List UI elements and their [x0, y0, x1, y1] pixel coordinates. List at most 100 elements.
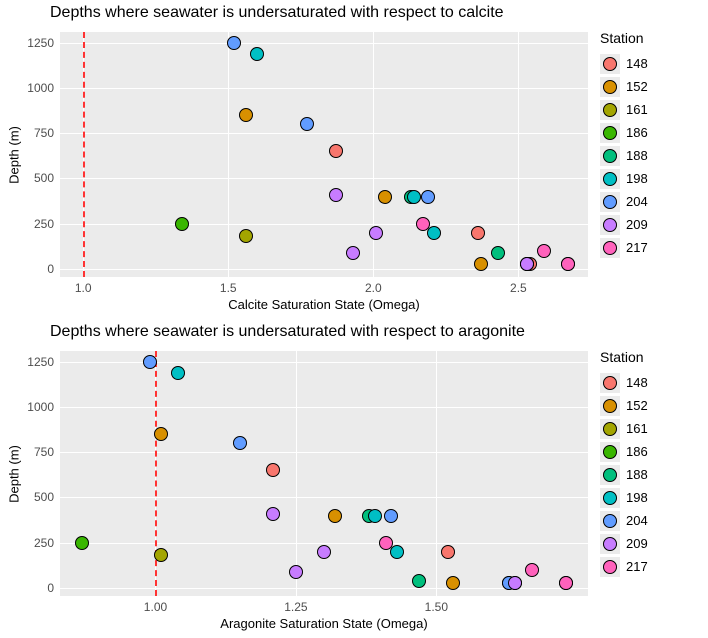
legend-item-148: 148 [600, 371, 700, 394]
grid-line-y [60, 452, 588, 453]
grid-line-x [436, 351, 437, 596]
legend-swatch [600, 146, 620, 166]
data-point-station-186 [175, 217, 189, 231]
y-tick-label: 250 [34, 536, 54, 550]
grid-line-y [60, 543, 588, 544]
legend-label: 188 [626, 148, 648, 163]
data-point-station-148 [441, 545, 455, 559]
data-point-station-209 [329, 188, 343, 202]
legend-label: 152 [626, 398, 648, 413]
legend-label: 209 [626, 536, 648, 551]
data-point-station-186 [75, 536, 89, 550]
data-point-station-161 [154, 548, 168, 562]
circle-icon [603, 560, 617, 574]
data-point-station-148 [266, 463, 280, 477]
circle-icon [603, 80, 617, 94]
legend-swatch [600, 511, 620, 531]
circle-icon [603, 218, 617, 232]
legend-swatch [600, 123, 620, 143]
data-point-station-188 [412, 574, 426, 588]
legend-label: 186 [626, 125, 648, 140]
data-point-station-217 [525, 563, 539, 577]
x-tick-label: 1.25 [284, 600, 307, 614]
legend-item-186: 186 [600, 121, 700, 144]
legend-swatch [600, 100, 620, 120]
circle-icon [603, 537, 617, 551]
y-axis-label: Depth (m) [7, 445, 22, 503]
legend-item-198: 198 [600, 167, 700, 190]
grid-line-y [60, 269, 588, 270]
plot-panel: 1.001.251.50025050075010001250 [60, 351, 588, 596]
legend-swatch [600, 396, 620, 416]
grid-line-y [60, 497, 588, 498]
chart-calcite: Depths where seawater is undersaturated … [0, 0, 708, 319]
legend-swatch [600, 54, 620, 74]
circle-icon [603, 491, 617, 505]
x-tick-label: 2.5 [510, 281, 527, 295]
data-point-station-198 [171, 366, 185, 380]
legend-item-188: 188 [600, 463, 700, 486]
legend-label: 198 [626, 490, 648, 505]
data-point-station-204 [384, 509, 398, 523]
data-point-station-217 [561, 257, 575, 271]
y-tick-label: 500 [34, 171, 54, 185]
circle-icon [603, 468, 617, 482]
data-point-station-217 [537, 244, 551, 258]
data-point-station-209 [346, 246, 360, 260]
grid-line-y [60, 407, 588, 408]
x-tick-label: 1.00 [144, 600, 167, 614]
circle-icon [603, 422, 617, 436]
legend-label: 209 [626, 217, 648, 232]
chart-aragonite: Depths where seawater is undersaturated … [0, 319, 708, 638]
legend: Station 148152161186188198204209217 [600, 349, 700, 578]
data-point-station-204 [227, 36, 241, 50]
data-point-station-209 [266, 507, 280, 521]
legend-label: 217 [626, 240, 648, 255]
legend-item-186: 186 [600, 440, 700, 463]
legend-swatch [600, 534, 620, 554]
circle-icon [603, 149, 617, 163]
legend-swatch [600, 488, 620, 508]
legend-swatch [600, 373, 620, 393]
chart-title: Depths where seawater is undersaturated … [50, 4, 504, 22]
circle-icon [603, 241, 617, 255]
legend-item-204: 204 [600, 509, 700, 532]
legend-label: 148 [626, 56, 648, 71]
data-point-station-152 [378, 190, 392, 204]
legend-label: 198 [626, 171, 648, 186]
legend-item-198: 198 [600, 486, 700, 509]
data-point-station-217 [416, 217, 430, 231]
x-axis-label: Calcite Saturation State (Omega) [60, 297, 588, 312]
legend-label: 161 [626, 102, 648, 117]
chart-title: Depths where seawater is undersaturated … [50, 323, 525, 341]
reference-line [83, 32, 85, 277]
data-point-station-198 [250, 47, 264, 61]
legend-title: Station [600, 349, 700, 365]
data-point-station-204 [300, 117, 314, 131]
y-tick-label: 500 [34, 490, 54, 504]
data-point-station-198 [407, 190, 421, 204]
grid-line-y [60, 43, 588, 44]
grid-line-y [60, 362, 588, 363]
x-tick-label: 1.5 [220, 281, 237, 295]
y-tick-label: 1000 [27, 81, 54, 95]
x-axis-label: Aragonite Saturation State (Omega) [60, 616, 588, 631]
x-tick-label: 2.0 [365, 281, 382, 295]
legend-item-217: 217 [600, 236, 700, 259]
data-point-station-152 [328, 509, 342, 523]
legend-item-152: 152 [600, 75, 700, 98]
legend-label: 188 [626, 467, 648, 482]
data-point-station-209 [289, 565, 303, 579]
circle-icon [603, 514, 617, 528]
legend-swatch [600, 465, 620, 485]
circle-icon [603, 399, 617, 413]
data-point-station-161 [239, 229, 253, 243]
data-point-station-188 [491, 246, 505, 260]
legend-title: Station [600, 30, 700, 46]
legend-swatch [600, 215, 620, 235]
circle-icon [603, 103, 617, 117]
data-point-station-204 [143, 355, 157, 369]
legend-swatch [600, 192, 620, 212]
grid-line-y [60, 224, 588, 225]
legend-swatch [600, 238, 620, 258]
